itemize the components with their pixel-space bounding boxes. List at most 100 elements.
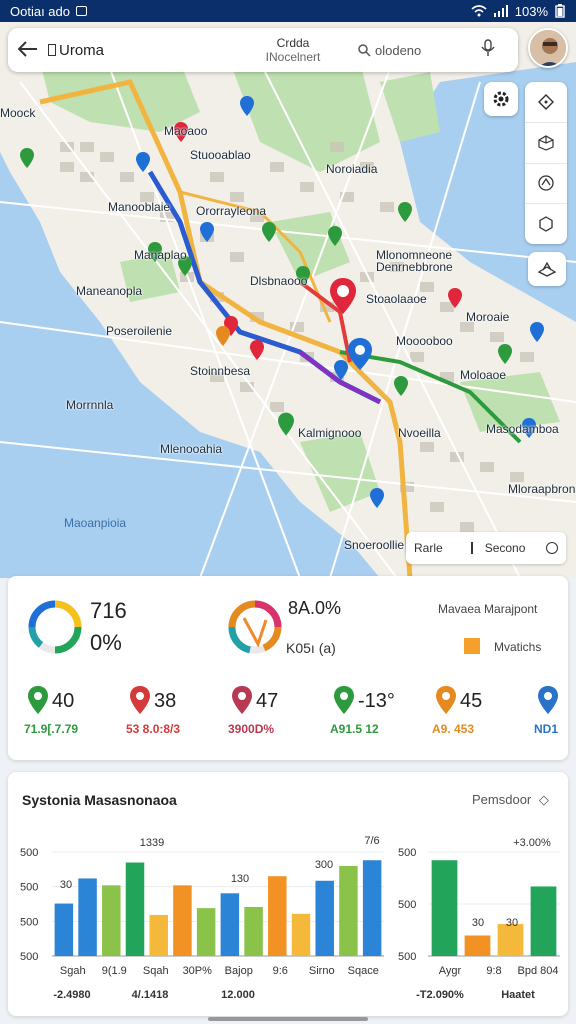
mic-button[interactable] [468, 38, 508, 62]
metric-subtext: 53 8.0:8/3 [126, 722, 181, 736]
search-input[interactable]: olodeno [358, 43, 468, 58]
map-pin-red[interactable] [250, 340, 264, 360]
map-pin-green[interactable] [328, 226, 342, 246]
bar[interactable] [125, 862, 145, 956]
bar[interactable] [291, 913, 311, 956]
bottom-value: 12.000 [221, 989, 255, 1001]
wifi-icon [471, 5, 487, 17]
metric-value: -13° [358, 690, 395, 712]
x-tick-label: Sqace [348, 965, 379, 977]
map-pin-blue[interactable] [334, 360, 348, 380]
stat-2-value: 8A.0% [288, 598, 342, 618]
map-pin-green[interactable] [20, 148, 34, 168]
bar[interactable] [464, 935, 491, 956]
bar[interactable] [362, 860, 382, 956]
metric-item[interactable]: 45 A9. 453 [428, 686, 520, 740]
data-annotation: 30 [506, 917, 518, 929]
metric-item[interactable]: 40 71.9[.7.79 [20, 686, 112, 740]
metric-item[interactable]: ND1 [530, 686, 576, 740]
x-tick-label: Aygr [439, 965, 462, 977]
hexagon-button[interactable] [525, 204, 567, 244]
map-label: Denrnebbrone [376, 260, 453, 274]
bar[interactable] [431, 860, 458, 956]
metric-subtext: 71.9[.7.79 [24, 722, 79, 736]
signal-icon [493, 5, 508, 17]
compass-icon [538, 93, 554, 110]
metric-value: 38 [154, 690, 177, 712]
bar[interactable] [173, 885, 192, 956]
map-pin-blue[interactable] [240, 96, 254, 116]
legend-item-1: Rarle [414, 541, 443, 555]
map-label: Noroiadia [326, 162, 378, 176]
data-annotation: 30 [60, 879, 72, 891]
map-tools-panel [525, 82, 567, 244]
x-tick-label: Bpd 804 [518, 965, 559, 977]
bar[interactable] [149, 914, 168, 956]
back-button[interactable] [8, 37, 48, 63]
compass-button[interactable] [525, 82, 567, 123]
map-pin-green[interactable] [278, 412, 294, 436]
map-pin-orange[interactable] [216, 326, 230, 346]
battery-percent: 103% [514, 3, 548, 19]
summary-card: 716 0% 8A.0% K05ı (a) Mavaea Marajpont M… [8, 576, 568, 760]
cube-button[interactable] [525, 123, 567, 164]
search-bar[interactable]: Uroma Crdda INocelnert olodeno [8, 28, 518, 72]
map-pin-blue[interactable] [200, 222, 214, 242]
metric-item[interactable]: 38 53 8.0:8/3 [122, 686, 214, 740]
metric-pin-icon [538, 686, 558, 714]
period-label: Pemsdoor [472, 792, 532, 807]
side-panel-item: Mvatichs [494, 640, 542, 654]
bottom-value: Haatet [501, 989, 535, 1001]
map-pin-green[interactable] [398, 202, 412, 222]
metric-pin-icon [130, 686, 150, 714]
map-pin-red-destination[interactable] [330, 278, 356, 314]
home-indicator[interactable] [208, 1017, 368, 1021]
avatar[interactable] [528, 28, 568, 68]
toggle-circle-icon[interactable] [546, 542, 558, 554]
layers-button[interactable] [528, 252, 566, 286]
map-pin-blue[interactable] [530, 322, 544, 342]
map-pin-blue[interactable] [370, 488, 384, 508]
center-subtitle: INocelnert [265, 50, 321, 64]
map-label: Stuooablao [190, 148, 251, 162]
donut-chart-2 [228, 600, 282, 654]
chevron-right-icon: ◇ [538, 792, 549, 807]
settings-button[interactable] [484, 82, 518, 116]
location-button[interactable] [525, 164, 567, 205]
bar[interactable] [530, 886, 557, 956]
bar[interactable] [102, 885, 121, 956]
metric-item[interactable]: 47 3900D% [224, 686, 316, 740]
bar[interactable] [244, 906, 263, 956]
map-label: Mooooboo [396, 334, 453, 348]
map-pin-blue-current[interactable] [348, 338, 372, 370]
map-label: Stoaolaaoe [366, 292, 427, 306]
location-icon [538, 175, 554, 192]
data-annotation: 130 [231, 873, 249, 885]
search-bar-center[interactable]: Crdda INocelnert [228, 36, 358, 64]
map-pin-red[interactable] [448, 288, 462, 308]
notification-icon [76, 6, 87, 16]
search-bar-title[interactable]: Uroma [48, 42, 228, 59]
bar[interactable] [196, 908, 216, 956]
map-pin-green[interactable] [394, 376, 408, 396]
data-annotation: 7/6 [364, 835, 379, 847]
period-selector[interactable]: Pemsdoor ◇ [472, 792, 549, 808]
metric-item[interactable]: -13° A91.5 12 [326, 686, 418, 740]
bar[interactable] [268, 876, 287, 956]
chart-card: Systonia Masasnonaoa Pemsdoor ◇ 500 500 50… [8, 772, 568, 1016]
bar[interactable] [78, 878, 97, 956]
stat-1-sub: 0% [90, 630, 122, 655]
data-annotation: 300 [315, 859, 333, 871]
map-legend[interactable]: Rarle Secono [406, 532, 566, 564]
map-pin-blue[interactable] [136, 152, 150, 172]
map-pin-green[interactable] [262, 222, 276, 242]
map-pin-green[interactable] [498, 344, 512, 364]
metric-value: 45 [460, 690, 483, 712]
bar[interactable] [315, 880, 334, 956]
bar[interactable] [54, 903, 74, 956]
side-panel-title: Mavaea Marajpont [438, 602, 538, 616]
map-label: Manooblaie [108, 200, 171, 214]
bar[interactable] [220, 893, 240, 956]
map-label: Maoaoo [164, 124, 208, 138]
bar[interactable] [339, 865, 358, 956]
